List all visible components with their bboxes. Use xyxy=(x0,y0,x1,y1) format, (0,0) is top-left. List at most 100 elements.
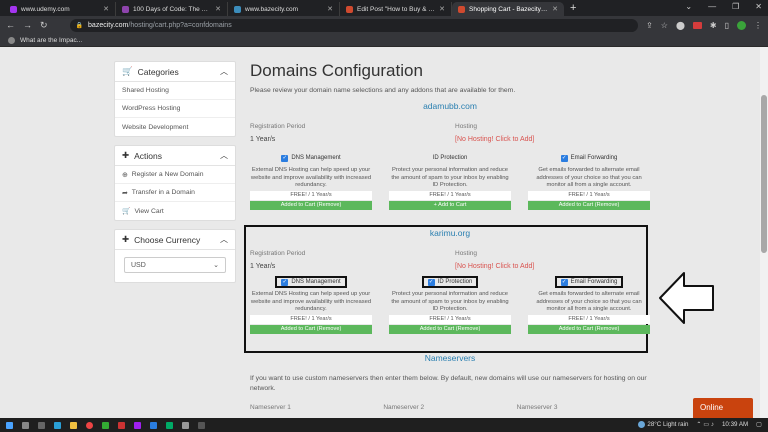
categories-header[interactable]: 🛒 Categories ︿ xyxy=(115,62,235,82)
close-window-icon[interactable]: ✕ xyxy=(755,2,762,11)
checkbox-checked-icon[interactable]: ✓ xyxy=(560,278,568,286)
addon-id-protection: ID Protection Protect your personal info… xyxy=(389,152,511,210)
addon-title[interactable]: ✓ DNS Management xyxy=(275,276,347,288)
file-explorer-icon[interactable] xyxy=(70,421,77,429)
puzzle-icon[interactable]: ✱ xyxy=(710,21,717,30)
minimize-icon[interactable]: — xyxy=(708,2,716,11)
remove-from-cart-button[interactable]: Added to Cart (Remove) xyxy=(250,325,372,334)
maximize-icon[interactable]: ❐ xyxy=(732,2,739,11)
tab-shopping-cart[interactable]: Shopping Cart - Bazecity Hosting ✕ xyxy=(452,2,564,16)
app-icon[interactable] xyxy=(182,421,189,429)
sidebar-item-transfer-domain[interactable]: ➦ Transfer in a Domain xyxy=(115,184,235,202)
addon-title[interactable]: ✓ Email Forwarding xyxy=(557,152,622,164)
scrollbar-thumb[interactable] xyxy=(761,95,767,253)
app-icon[interactable] xyxy=(102,421,109,429)
addon-price: FREE! / 1 Year/s xyxy=(250,315,372,324)
remove-from-cart-button[interactable]: Added to Cart (Remove) xyxy=(528,201,650,210)
windows-start-icon[interactable] xyxy=(6,421,13,429)
addon-title[interactable]: ✓ Email Forwarding xyxy=(554,276,624,288)
add-hosting-link[interactable]: [No Hosting! Click to Add] xyxy=(455,263,534,270)
addon-title[interactable]: ID Protection xyxy=(429,152,472,164)
close-icon[interactable]: ✕ xyxy=(552,5,558,13)
currency-header[interactable]: ✚ Choose Currency ︿ xyxy=(115,230,235,250)
currency-body: USD ⌄ xyxy=(115,250,235,282)
bookmark-item[interactable]: What are the Impac... xyxy=(20,37,82,44)
share-icon[interactable]: ⇪ xyxy=(646,21,653,30)
sidebar-item-view-cart[interactable]: 🛒 View Cart xyxy=(115,202,235,220)
menu-dots-icon[interactable]: ⋮ xyxy=(754,21,762,30)
app-icon[interactable] xyxy=(118,421,125,429)
tab-search-icon[interactable]: ⌄ xyxy=(685,2,692,11)
task-view-icon[interactable] xyxy=(38,421,45,429)
notification-icon[interactable]: ▢ xyxy=(756,421,762,428)
remove-from-cart-button[interactable]: Added to Cart (Remove) xyxy=(389,325,511,334)
back-icon[interactable]: ← xyxy=(6,20,15,30)
app-icon[interactable] xyxy=(134,421,141,429)
remove-from-cart-button[interactable]: Added to Cart (Remove) xyxy=(528,325,650,334)
globe-icon xyxy=(234,5,241,13)
tab-udemy[interactable]: www.udemy.com ✕ xyxy=(4,2,116,16)
panel-title: Categories xyxy=(137,66,179,77)
addon-title[interactable]: ✓ ID Protection xyxy=(421,276,479,288)
close-icon[interactable]: ✕ xyxy=(327,5,333,13)
address-bar[interactable]: 🔒 bazecity.com/hosting/cart.php?a=confdo… xyxy=(69,18,639,32)
sidebar-icon[interactable]: ▯ xyxy=(725,21,729,30)
new-tab-button[interactable]: + xyxy=(564,2,582,16)
addon-title-label: Email Forwarding xyxy=(570,155,618,161)
extension-icon[interactable]: ⬤ xyxy=(676,21,685,30)
checkbox-checked-icon[interactable]: ✓ xyxy=(281,154,289,162)
addon-title-label: ID Protection xyxy=(432,155,468,161)
cart-icon: 🛒 xyxy=(122,208,131,215)
chrome-icon[interactable] xyxy=(86,421,93,429)
actions-header[interactable]: ✚ Actions ︿ xyxy=(115,146,235,166)
sidebar-item-shared-hosting[interactable]: Shared Hosting xyxy=(115,82,235,100)
add-to-cart-button[interactable]: + Add to Cart xyxy=(389,201,511,210)
actions-panel: ✚ Actions ︿ ⊕ Register a New Domain ➦ Tran… xyxy=(114,145,236,221)
addon-dns-management: ✓ DNS Management External DNS Hosting can… xyxy=(250,152,372,210)
sidebar-item-website-development[interactable]: Website Development xyxy=(115,118,235,136)
search-icon[interactable] xyxy=(22,421,29,429)
checkbox-checked-icon[interactable]: ✓ xyxy=(560,154,568,162)
close-icon[interactable]: ✕ xyxy=(103,5,109,13)
live-chat-button[interactable]: Online xyxy=(693,398,753,418)
tray-icons[interactable]: ⌃ ▭ ♪ xyxy=(696,421,714,428)
bookmark-star-icon[interactable]: ☆ xyxy=(661,21,668,30)
currency-select[interactable]: USD ⌄ xyxy=(124,257,226,273)
addon-price: FREE! / 1 Year/s xyxy=(528,191,650,200)
page-scrollbar[interactable] xyxy=(760,47,768,418)
forward-icon[interactable]: → xyxy=(23,20,32,30)
lock-icon[interactable]: 🔒 xyxy=(76,22,83,29)
add-hosting-link[interactable]: [No Hosting! Click to Add] xyxy=(455,136,534,143)
checkbox-checked-icon[interactable]: ✓ xyxy=(281,278,289,286)
chevron-up-icon[interactable]: ︿ xyxy=(220,234,228,245)
addon-email-forwarding: ✓ Email Forwarding Get emails forwarded t… xyxy=(528,276,650,334)
hosting-label: Hosting xyxy=(455,250,478,257)
tab-bazecity[interactable]: www.bazecity.com ✕ xyxy=(228,2,340,16)
checkbox-checked-icon[interactable]: ✓ xyxy=(427,278,435,286)
app-icon[interactable] xyxy=(166,421,173,429)
extension-red-icon[interactable] xyxy=(692,21,702,29)
categories-panel: 🛒 Categories ︿ Shared Hosting WordPress … xyxy=(114,61,236,137)
reload-icon[interactable]: ↻ xyxy=(40,20,48,31)
close-icon[interactable]: ✕ xyxy=(215,5,221,13)
chevron-up-icon[interactable]: ︿ xyxy=(220,150,228,161)
registration-period-value[interactable]: 1 Year/s xyxy=(250,136,275,143)
addon-title[interactable]: ✓ DNS Management xyxy=(277,152,344,164)
profile-avatar[interactable] xyxy=(737,20,746,30)
system-tray: 28°C Light rain ⌃ ▭ ♪ 10:39 AM ▢ xyxy=(638,421,762,428)
sidebar-item-wordpress-hosting[interactable]: WordPress Hosting xyxy=(115,100,235,118)
domain-meta-labels: Registration Period Hosting xyxy=(250,250,650,257)
close-icon[interactable]: ✕ xyxy=(439,5,445,13)
registration-period-value[interactable]: 1 Year/s xyxy=(250,263,275,270)
vscode-icon[interactable] xyxy=(150,421,157,429)
app-icon[interactable] xyxy=(198,421,205,429)
weather-widget[interactable]: 28°C Light rain xyxy=(638,421,688,428)
sidebar-item-register-domain[interactable]: ⊕ Register a New Domain xyxy=(115,166,235,184)
remove-from-cart-button[interactable]: Added to Cart (Remove) xyxy=(250,201,372,210)
chevron-up-icon[interactable]: ︿ xyxy=(220,66,228,77)
clock[interactable]: 10:39 AM xyxy=(722,421,748,428)
addon-price: FREE! / 1 Year/s xyxy=(389,315,511,324)
edge-icon[interactable] xyxy=(54,421,61,429)
tab-100-days[interactable]: 100 Days of Code: The Complete ✕ xyxy=(116,2,228,16)
tab-edit-post[interactable]: Edit Post "How to Buy & Host a ✕ xyxy=(340,2,452,16)
